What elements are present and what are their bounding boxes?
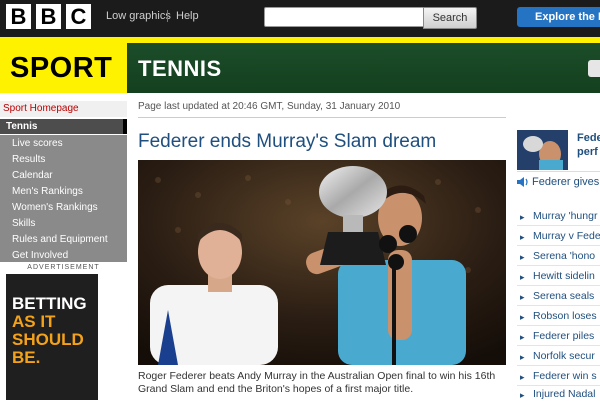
chevron-right-icon: ▸ — [520, 232, 525, 242]
advert-line: BE. — [12, 348, 41, 367]
divider — [517, 325, 600, 326]
nav-item-results[interactable]: Results — [12, 154, 45, 165]
photo-caption: Roger Federer beats Andy Murray in the A… — [138, 370, 496, 395]
story-link[interactable]: Murray 'hungr — [533, 210, 597, 222]
story-link[interactable]: Robson loses — [533, 310, 597, 322]
story-link[interactable]: Serena 'hono — [533, 250, 595, 262]
banner-tab[interactable] — [588, 60, 600, 77]
chevron-right-icon: ▸ — [520, 332, 525, 342]
article-headline[interactable]: Federer ends Murray's Slam dream — [138, 131, 436, 153]
chevron-right-icon: ▸ — [520, 390, 525, 400]
divider — [517, 345, 600, 346]
story-link[interactable]: Federer piles — [533, 330, 594, 342]
divider — [517, 225, 600, 226]
nav-current-marker — [123, 119, 127, 134]
bbc-logo-c[interactable]: C — [66, 4, 91, 29]
article-photo[interactable] — [138, 160, 506, 365]
divider — [517, 245, 600, 246]
nav-item-womens-rankings[interactable]: Women's Rankings — [12, 202, 98, 213]
story-link[interactable]: Norfolk secur — [533, 350, 595, 362]
chevron-right-icon: ▸ — [520, 212, 525, 222]
divider — [517, 285, 600, 286]
speaker-icon — [517, 177, 528, 187]
nav-item-live-scores[interactable]: Live scores — [12, 138, 63, 149]
chevron-right-icon: ▸ — [520, 272, 525, 282]
search-button[interactable]: Search — [423, 7, 477, 29]
nav-item-mens-rankings[interactable]: Men's Rankings — [12, 186, 83, 197]
related-thumbnail[interactable] — [517, 130, 568, 170]
advertisement-label: ADVERTISEMENT — [27, 264, 100, 271]
advert-line: BETTING — [12, 294, 87, 313]
search-input[interactable] — [264, 7, 426, 27]
low-graphics-link[interactable]: Low graphics — [106, 10, 171, 22]
advert-line: AS IT — [12, 312, 56, 331]
nav-sport-homepage[interactable]: Sport Homepage — [3, 103, 79, 114]
related-headline-line: perf — [577, 146, 598, 158]
story-link[interactable]: Murray v Fede — [533, 230, 600, 242]
divider — [138, 117, 506, 118]
divider — [517, 365, 600, 366]
divider — [517, 305, 600, 306]
audio-link[interactable]: Federer gives — [532, 176, 599, 188]
divider — [517, 385, 600, 386]
divider — [517, 171, 600, 172]
section-title: TENNIS — [138, 56, 222, 81]
chevron-right-icon: ▸ — [520, 352, 525, 362]
story-link[interactable]: Federer win s — [533, 370, 597, 382]
help-link[interactable]: Help — [176, 10, 199, 22]
bbc-logo-b2[interactable]: B — [36, 4, 61, 29]
chevron-right-icon: ▸ — [520, 252, 525, 262]
nav-item-get-involved[interactable]: Get Involved — [12, 250, 68, 261]
related-headline-line: Fede — [577, 132, 600, 144]
story-link[interactable]: Injured Nadal — [533, 388, 595, 400]
toplink-divider — [167, 10, 168, 22]
chevron-right-icon: ▸ — [520, 372, 525, 382]
chevron-right-icon: ▸ — [520, 312, 525, 322]
related-headline[interactable]: Fede perf — [577, 131, 600, 159]
chevron-right-icon: ▸ — [520, 292, 525, 302]
sport-logo[interactable]: SPORT — [10, 52, 112, 85]
divider — [517, 265, 600, 266]
nav-item-calendar[interactable]: Calendar — [12, 170, 53, 181]
nav-tennis[interactable]: Tennis — [6, 121, 37, 132]
explore-bbc-button[interactable]: Explore the B — [517, 7, 600, 27]
story-link[interactable]: Serena seals — [533, 290, 594, 302]
advert-line: SHOULD — [12, 330, 84, 349]
bbc-logo-b1[interactable]: B — [6, 4, 31, 29]
story-link[interactable]: Hewitt sidelin — [533, 270, 595, 282]
nav-item-rules[interactable]: Rules and Equipment — [12, 234, 108, 245]
last-updated: Page last updated at 20:46 GMT, Sunday, … — [138, 101, 401, 112]
nav-item-skills[interactable]: Skills — [12, 218, 35, 229]
